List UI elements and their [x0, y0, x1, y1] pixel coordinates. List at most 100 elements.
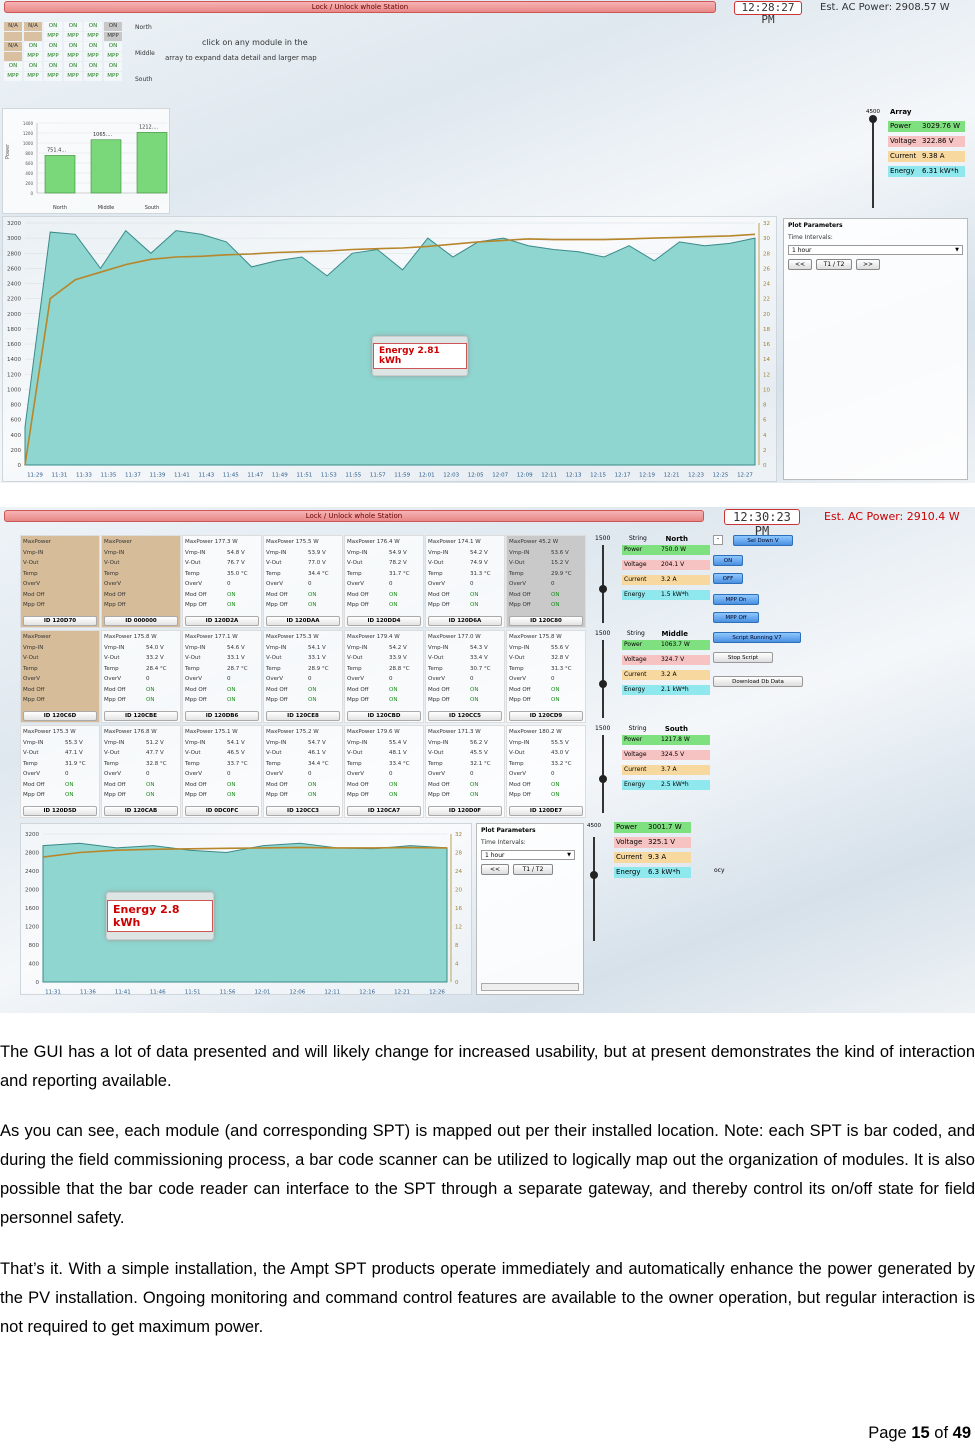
lock-whole-station-button[interactable]: Lock / Unlock whole Station [4, 1, 716, 13]
module-cell[interactable]: ON [104, 42, 122, 51]
module-id-button[interactable]: ID 120C6D [23, 711, 97, 721]
module-cell[interactable]: N/A [24, 22, 42, 31]
module-card[interactable]: MaxPower 175.2 W Vmp-IN 54.7 V V-Out 46.1 V T… [263, 725, 343, 818]
module-cell[interactable] [24, 32, 42, 41]
module-id-button[interactable]: ID 120CAB [104, 806, 178, 816]
module-card[interactable]: MaxPower 175.1 W Vmp-IN 54.1 V V-Out 46.5 V T… [182, 725, 262, 818]
module-cell[interactable]: ON [44, 22, 62, 31]
module-card[interactable]: MaxPower 179.6 W Vmp-IN 55.4 V V-Out 48.1 V T… [344, 725, 424, 818]
string-power-slider[interactable] [599, 735, 607, 813]
module-id-button[interactable]: ID 0DC0FC [185, 806, 259, 816]
prev-interval-button[interactable]: << [788, 259, 812, 270]
module-cell[interactable]: ON [104, 62, 122, 71]
module-card[interactable]: MaxPower 176.4 W Vmp-IN 54.9 V V-Out 78.2 V T… [344, 535, 424, 628]
module-card[interactable]: MaxPower 175.3 W Vmp-IN 55.3 V V-Out 47.1 V T… [20, 725, 100, 818]
mpp-on-button[interactable]: MPP On [713, 594, 759, 605]
module-card[interactable]: MaxPower 175.5 W Vmp-IN 53.9 V V-Out 77.0 V T… [263, 535, 343, 628]
off-button[interactable]: OFF [713, 573, 743, 584]
module-id-button[interactable]: ID 120D70 [23, 616, 97, 626]
module-cell[interactable]: ON [84, 62, 102, 71]
t1-t2-button[interactable]: T1 / T2 [816, 259, 852, 270]
module-cell[interactable]: ON [24, 62, 42, 71]
prev-interval-button[interactable]: << [481, 864, 509, 875]
module-id-button[interactable]: ID 120CBD [347, 711, 421, 721]
module-cell[interactable]: MPP [4, 72, 22, 81]
module-id-button[interactable]: ID 120DE7 [509, 806, 583, 816]
mpp-off-button[interactable]: MPP Off [713, 612, 759, 623]
module-cell[interactable]: MPP [64, 32, 82, 41]
module-id-button[interactable]: ID 120CBE [104, 711, 178, 721]
module-cell[interactable]: ON [64, 22, 82, 31]
module-id-button[interactable]: ID 120CA7 [347, 806, 421, 816]
slider-knob[interactable] [599, 775, 607, 783]
module-cell[interactable]: ON [44, 62, 62, 71]
module-card[interactable]: MaxPower 171.3 W Vmp-IN 56.2 V V-Out 45.5 V T… [425, 725, 505, 818]
array-power-slider[interactable] [869, 115, 877, 208]
slider-knob[interactable] [599, 585, 607, 593]
bar-middle[interactable] [90, 139, 122, 194]
bar-north[interactable] [44, 155, 76, 194]
download-db-data-button[interactable]: Download Db Data [713, 676, 803, 687]
module-id-button[interactable]: ID 120CC3 [266, 806, 340, 816]
module-id-button[interactable]: ID 120DAA [266, 616, 340, 626]
bar-south[interactable] [136, 132, 168, 194]
module-cell[interactable]: MPP [104, 72, 122, 81]
stop-script-button[interactable]: Stop Script [713, 652, 773, 663]
module-cell[interactable]: ON [84, 42, 102, 51]
module-id-button[interactable]: ID 000000 [104, 616, 178, 626]
module-cell[interactable]: MPP [64, 72, 82, 81]
next-interval-button[interactable]: >> [856, 259, 880, 270]
string-power-slider[interactable] [599, 640, 607, 718]
module-card[interactable]: MaxPower 177.1 W Vmp-IN 54.6 V V-Out 33.1 V T… [182, 630, 262, 723]
module-id-button[interactable]: ID 120CE8 [266, 711, 340, 721]
module-card[interactable]: MaxPower 175.8 W Vmp-IN 55.6 V V-Out 32.8 V T… [506, 630, 586, 723]
module-cell[interactable]: MPP [84, 32, 102, 41]
module-cell[interactable]: ON [64, 42, 82, 51]
module-card[interactable]: MaxPower 177.0 W Vmp-IN 54.3 V V-Out 33.4 V T… [425, 630, 505, 723]
t1-t2-button[interactable]: T1 / T2 [513, 864, 553, 875]
module-cell[interactable]: MPP [104, 52, 122, 61]
module-cell[interactable]: MPP [84, 52, 102, 61]
module-id-button[interactable]: ID 120DB6 [185, 711, 259, 721]
module-id-button[interactable]: ID 120C80 [509, 616, 583, 626]
string-power-slider[interactable] [599, 545, 607, 623]
module-cell[interactable]: MPP [44, 72, 62, 81]
module-cell[interactable]: ON [24, 42, 42, 51]
slider-knob[interactable] [599, 680, 607, 688]
module-id-button[interactable]: ID 120CC5 [428, 711, 502, 721]
module-card[interactable]: MaxPower Vmp-IN V-Out Temp OverV Mod Off Mpp O… [20, 535, 100, 628]
module-id-button[interactable]: ID 120D0F [428, 806, 502, 816]
module-card[interactable]: MaxPower 175.3 W Vmp-IN 54.1 V V-Out 33.1 V T… [263, 630, 343, 723]
module-cell[interactable]: ON [104, 22, 122, 31]
on-button[interactable]: ON [713, 555, 743, 566]
module-card[interactable]: MaxPower 174.1 W Vmp-IN 54.2 V V-Out 74.9 V T… [425, 535, 505, 628]
array-power-slider[interactable] [590, 837, 598, 941]
module-cell[interactable]: MPP [44, 32, 62, 41]
module-card[interactable]: MaxPower 175.8 W Vmp-IN 54.0 V V-Out 33.2 V T… [101, 630, 181, 723]
time-interval-select[interactable]: 1 hour [788, 245, 963, 255]
module-card[interactable]: MaxPower Vmp-IN V-Out Temp OverV Mod Off Mpp O… [101, 535, 181, 628]
time-interval-select[interactable]: 1 hour [481, 850, 575, 860]
select-all-checkbox[interactable]: - [713, 535, 723, 545]
module-cell[interactable]: N/A [4, 22, 22, 31]
module-id-button[interactable]: ID 120DD4 [347, 616, 421, 626]
module-id-button[interactable]: ID 120CD9 [509, 711, 583, 721]
module-cell[interactable]: ON [44, 42, 62, 51]
module-id-button[interactable]: ID 120D6A [428, 616, 502, 626]
module-cell[interactable]: MPP [84, 72, 102, 81]
module-card[interactable]: MaxPower 179.4 W Vmp-IN 54.2 V V-Out 33.9 V T… [344, 630, 424, 723]
select-down-button[interactable]: Sel Down V [733, 535, 793, 546]
module-cell[interactable] [4, 32, 22, 41]
slider-knob[interactable] [590, 871, 598, 879]
module-cell[interactable]: N/A [4, 42, 22, 51]
module-cell[interactable]: MPP [24, 52, 42, 61]
module-cell[interactable] [4, 52, 22, 61]
module-card[interactable]: MaxPower 176.8 W Vmp-IN 51.2 V V-Out 47.7 V T… [101, 725, 181, 818]
lock-whole-station-button[interactable]: Lock / Unlock whole Station [4, 510, 704, 522]
module-cell[interactable]: ON [64, 62, 82, 71]
module-id-button[interactable]: ID 120D2A [185, 616, 259, 626]
module-id-button[interactable]: ID 120D5D [23, 806, 97, 816]
module-cell[interactable]: ON [4, 62, 22, 71]
script-running-button[interactable]: Script Running V7 [713, 632, 801, 643]
module-cell[interactable]: MPP [24, 72, 42, 81]
